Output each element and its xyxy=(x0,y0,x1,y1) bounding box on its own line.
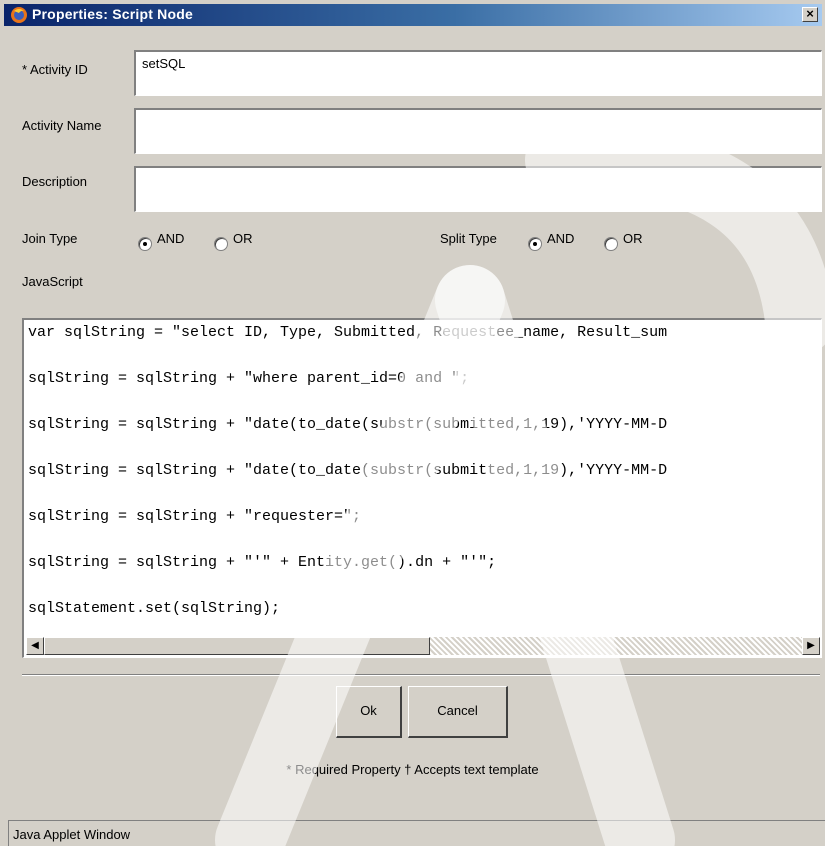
description-label: Description xyxy=(22,174,88,189)
activity-name-field[interactable] xyxy=(134,108,822,154)
cancel-button[interactable]: Cancel xyxy=(408,686,508,738)
javascript-label: JavaScript xyxy=(22,274,83,289)
code-line: sqlString = sqlString + "requester="; xyxy=(28,508,362,525)
code-line: sqlString = sqlString + "'" + Entity.get… xyxy=(28,554,497,571)
activity-id-label: * Activity ID xyxy=(22,62,88,77)
join-or-label[interactable]: OR xyxy=(233,231,253,246)
scroll-thumb[interactable] xyxy=(44,637,430,655)
horizontal-scrollbar[interactable]: ◀ ▶ xyxy=(26,637,820,655)
code-line: var sqlString = "select ID, Type, Submit… xyxy=(28,324,668,341)
title-bar[interactable]: Properties: Script Node × xyxy=(4,4,822,26)
status-bar: Java Applet Window xyxy=(8,820,825,846)
activity-id-field[interactable]: setSQL xyxy=(134,50,822,96)
split-and-radio[interactable] xyxy=(528,237,542,251)
split-type-label: Split Type xyxy=(440,231,497,246)
code-line: sqlString = sqlString + "date(to_date(su… xyxy=(28,462,668,479)
join-and-radio[interactable] xyxy=(138,237,152,251)
window-title: Properties: Script Node xyxy=(32,6,193,22)
split-or-radio[interactable] xyxy=(604,237,618,251)
divider xyxy=(22,674,820,676)
ok-button[interactable]: Ok xyxy=(336,686,402,738)
split-or-label[interactable]: OR xyxy=(623,231,643,246)
radio-selected-dot xyxy=(143,242,147,246)
join-or-radio[interactable] xyxy=(214,237,228,251)
split-and-label[interactable]: AND xyxy=(547,231,574,246)
javascript-editor[interactable]: var sqlString = "select ID, Type, Submit… xyxy=(22,318,822,658)
scroll-left-icon[interactable]: ◀ xyxy=(26,637,44,655)
description-field[interactable] xyxy=(134,166,822,212)
app-icon xyxy=(11,7,27,23)
required-footnote: * Required Property † Accepts text templ… xyxy=(286,762,539,777)
close-icon[interactable]: × xyxy=(802,7,818,22)
code-line: sqlString = sqlString + "where parent_id… xyxy=(28,370,470,387)
code-line: sqlStatement.set(sqlString); xyxy=(28,600,281,617)
activity-name-label: Activity Name xyxy=(22,118,102,133)
join-type-label: Join Type xyxy=(22,231,78,246)
radio-selected-dot xyxy=(533,242,537,246)
code-line: sqlString = sqlString + "date(to_date(su… xyxy=(28,416,668,433)
scroll-right-icon[interactable]: ▶ xyxy=(802,637,820,655)
join-and-label[interactable]: AND xyxy=(157,231,184,246)
properties-dialog: Properties: Script Node × * Activity ID … xyxy=(0,0,825,846)
